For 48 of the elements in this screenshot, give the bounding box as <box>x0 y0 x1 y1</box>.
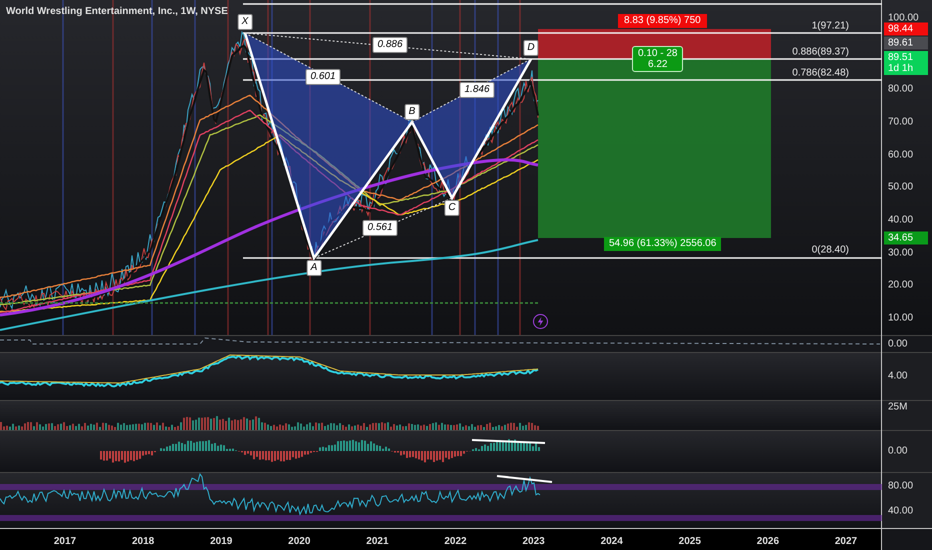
indicator-tick: 25M <box>888 400 908 414</box>
fib-level-label: 0.886(89.37) <box>792 46 849 60</box>
pattern-point-label: D <box>523 40 539 56</box>
pattern-point-label: B <box>404 104 420 120</box>
time-tick: 2027 <box>834 535 858 549</box>
price-badge: 89.61 <box>884 36 928 50</box>
price-tick: 40.00 <box>888 214 914 228</box>
price-tick: 10.00 <box>888 312 914 326</box>
time-tick: 2019 <box>210 535 232 549</box>
price-tick: 50.00 <box>888 180 914 194</box>
price-badge: 98.44 <box>884 22 928 36</box>
fib-level-label: 1(97.21) <box>812 20 849 34</box>
time-tick: 2018 <box>132 535 154 549</box>
ratio-label: 0.886 <box>372 37 408 53</box>
lightning-icon <box>533 314 548 329</box>
price-tick: 60.00 <box>888 148 914 162</box>
chart-title: World Wrestling Entertainment, Inc., 1W, NYSE <box>6 5 228 19</box>
price-tick: 80.00 <box>888 82 914 96</box>
price-tick: 100.00 <box>888 12 919 24</box>
indicator-tick: 4.00 <box>888 370 908 384</box>
fib-level-label: 0.786(82.48) <box>792 66 849 80</box>
reward-label: 54.96 (61.33%) 2556.06 <box>604 237 722 251</box>
time-tick: 2017 <box>54 535 76 549</box>
price-tick: 20.00 <box>888 278 914 292</box>
price-tick: 70.00 <box>888 116 914 130</box>
indicator-tick: 0.00 <box>888 444 908 458</box>
indicator-tick: 80.00 <box>888 480 914 494</box>
price-badge: 89.51 1d 1h <box>884 51 928 75</box>
ratio-label: 0.561 <box>362 220 398 236</box>
time-tick: 2026 <box>756 535 780 549</box>
risk-reward-label: 0.10 - 28 6.22 <box>632 46 684 72</box>
fib-level-label: 0(28.40) <box>812 244 849 258</box>
time-tick: 2022 <box>444 535 467 549</box>
pattern-point-label: X <box>238 14 252 30</box>
time-tick: 2023 <box>522 535 545 549</box>
price-badge: 34.65 <box>884 232 928 244</box>
indicator-tick: 40.00 <box>888 504 914 518</box>
ratio-label: 0.601 <box>305 69 341 85</box>
time-tick: 2020 <box>288 535 310 549</box>
pattern-point-label: C <box>444 200 460 216</box>
price-tick: 30.00 <box>888 246 914 260</box>
indicator-tick: 0.00 <box>888 338 908 352</box>
time-tick: 2025 <box>678 535 701 549</box>
pattern-point-label: A <box>306 260 322 276</box>
risk-label: 8.83 (9.85%) 750 <box>618 14 707 28</box>
ratio-label: 1.846 <box>459 82 495 98</box>
time-tick: 2021 <box>366 535 389 549</box>
time-tick: 2024 <box>600 535 623 549</box>
